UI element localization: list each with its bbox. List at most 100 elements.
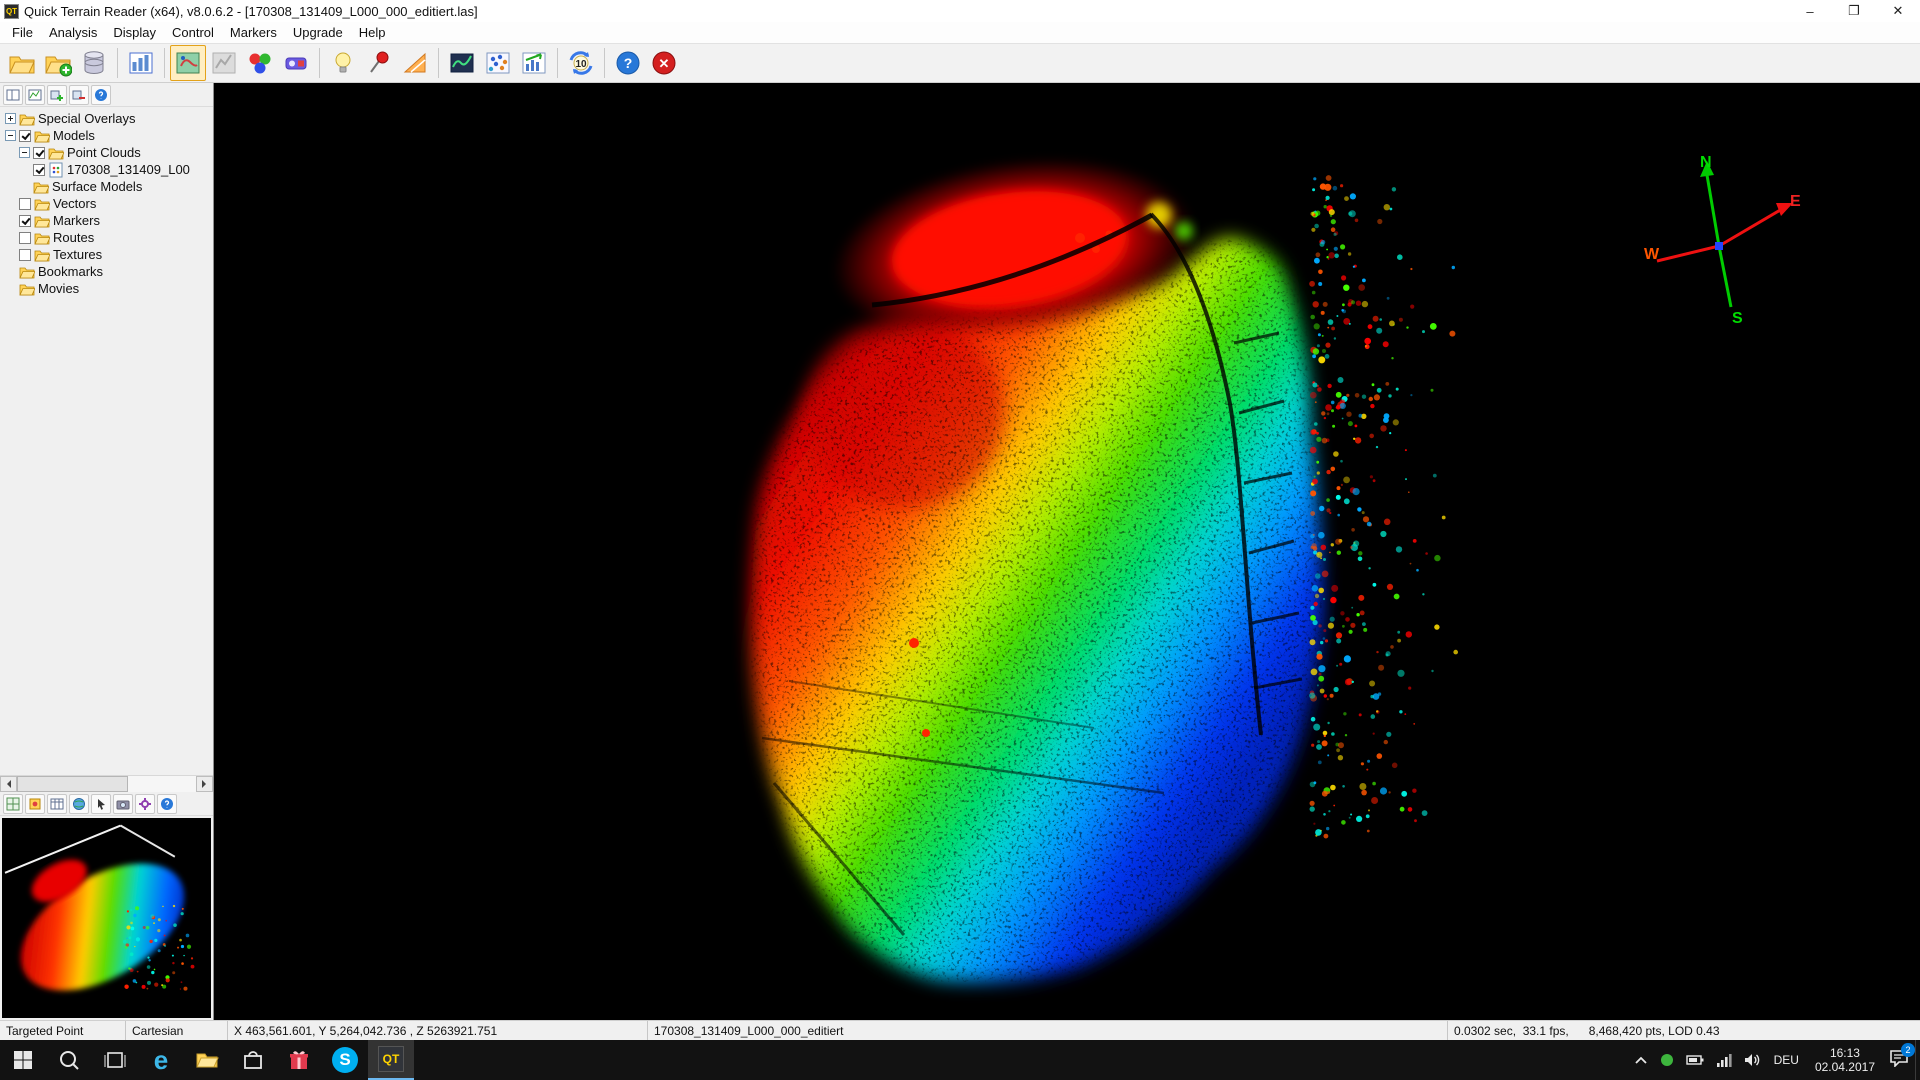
tree-item-markers[interactable]: Markers <box>0 212 213 229</box>
minimap-toolbar <box>0 792 213 816</box>
battery-button[interactable] <box>1680 1040 1710 1080</box>
tree-checkbox[interactable] <box>33 147 45 159</box>
menu-upgrade[interactable]: Upgrade <box>285 23 351 42</box>
edge-button[interactable]: e <box>138 1040 184 1080</box>
pointer-button[interactable] <box>91 794 111 814</box>
marker-pin-button[interactable] <box>361 45 397 81</box>
refresh-lod-button[interactable]: 10 <box>563 45 599 81</box>
status-coordinate-system: Cartesian <box>126 1021 228 1040</box>
skype-button[interactable]: S <box>322 1040 368 1080</box>
camera-icon <box>116 797 130 811</box>
profile-view-icon <box>28 88 42 102</box>
toolbar-separator <box>117 48 118 78</box>
menu-analysis[interactable]: Analysis <box>41 23 105 42</box>
tree-item-routes[interactable]: Routes <box>0 229 213 246</box>
menu-help[interactable]: Help <box>351 23 394 42</box>
tray-status-button[interactable] <box>1654 1040 1680 1080</box>
scroll-left-button[interactable] <box>0 776 17 792</box>
expand-icon[interactable] <box>5 113 16 124</box>
exit-button[interactable]: ✕ <box>646 45 682 81</box>
camera-button[interactable] <box>113 794 133 814</box>
tree-item-movies[interactable]: Movies <box>0 280 213 297</box>
scroll-right-button[interactable] <box>196 776 213 792</box>
globe-button[interactable] <box>69 794 89 814</box>
language-indicator[interactable]: DEU <box>1766 1040 1807 1080</box>
menu-control[interactable]: Control <box>164 23 222 42</box>
tree-item-models[interactable]: Models <box>0 127 213 144</box>
collapse-icon[interactable] <box>5 130 16 141</box>
add-model-button[interactable] <box>47 85 67 105</box>
compass-rose: N E S W <box>1644 151 1804 329</box>
terrain-viewport[interactable]: N E S W <box>214 83 1920 1020</box>
split-view-button[interactable] <box>3 85 23 105</box>
tree-checkbox[interactable] <box>19 232 31 244</box>
tree-checkbox[interactable] <box>19 130 31 142</box>
clock-time: 16:13 <box>1815 1046 1875 1060</box>
menu-markers[interactable]: Markers <box>222 23 285 42</box>
minimap-help-button[interactable] <box>157 794 177 814</box>
paint-button[interactable] <box>25 794 45 814</box>
settings-button[interactable] <box>135 794 155 814</box>
svg-text:✕: ✕ <box>659 56 670 71</box>
action-center-button[interactable]: 2 <box>1883 1040 1915 1080</box>
scrollbar-thumb[interactable] <box>17 776 128 792</box>
restore-button[interactable]: ❐ <box>1832 0 1876 22</box>
lighting-button[interactable] <box>325 45 361 81</box>
network-button[interactable] <box>1710 1040 1738 1080</box>
taskbar-clock[interactable]: 16:13 02.04.2017 <box>1807 1046 1883 1074</box>
collapse-icon[interactable] <box>19 147 30 158</box>
tree-checkbox[interactable] <box>33 164 45 176</box>
render-image-button[interactable] <box>444 45 480 81</box>
quick-terrain-taskbar-button[interactable]: QT <box>368 1040 414 1080</box>
rgb-classify-button[interactable] <box>242 45 278 81</box>
profile-view-button[interactable] <box>25 85 45 105</box>
tray-expand-button[interactable] <box>1628 1040 1654 1080</box>
point-tool-button[interactable] <box>278 45 314 81</box>
area-select-button[interactable] <box>170 45 206 81</box>
menu-file[interactable]: File <box>4 23 41 42</box>
tree-item-surface-models[interactable]: Surface Models <box>0 178 213 195</box>
help-button[interactable]: ? <box>610 45 646 81</box>
gift-icon <box>288 1049 310 1071</box>
overview-minimap[interactable] <box>2 818 211 1018</box>
task-view-button[interactable] <box>92 1040 138 1080</box>
table-button[interactable] <box>47 794 67 814</box>
menu-display[interactable]: Display <box>105 23 164 42</box>
gift-app-button[interactable] <box>276 1040 322 1080</box>
volume-button[interactable] <box>1738 1040 1766 1080</box>
tree-checkbox[interactable] <box>19 249 31 261</box>
grid-button[interactable] <box>3 794 23 814</box>
tree-item-bookmarks[interactable]: Bookmarks <box>0 263 213 280</box>
scrollbar-track[interactable] <box>17 776 196 792</box>
tree-checkbox[interactable] <box>19 215 31 227</box>
tree-checkbox[interactable] <box>19 198 31 210</box>
statistics-button[interactable] <box>516 45 552 81</box>
import-database-button[interactable] <box>76 45 112 81</box>
column-panel-button[interactable] <box>123 45 159 81</box>
status-mode: Targeted Point <box>0 1021 126 1040</box>
close-button[interactable]: ✕ <box>1876 0 1920 22</box>
start-button[interactable] <box>0 1040 46 1080</box>
panel-help-button[interactable] <box>91 85 111 105</box>
status-performance: 0.0302 sec, 33.1 fps, 8,468,420 pts, LOD… <box>1448 1021 1920 1040</box>
tree-horizontal-scrollbar[interactable] <box>0 775 213 792</box>
status-dataset: 170308_131409_L000_000_editiert <box>648 1021 1448 1040</box>
measure-angle-icon <box>401 49 429 77</box>
file-explorer-button[interactable] <box>184 1040 230 1080</box>
tree-item-point-clouds[interactable]: Point Clouds <box>0 144 213 161</box>
minimize-button[interactable]: – <box>1788 0 1832 22</box>
app-window: QT Quick Terrain Reader (x64), v8.0.6.2 … <box>0 0 1920 1080</box>
remove-model-button[interactable] <box>69 85 89 105</box>
tree-item-vectors[interactable]: Vectors <box>0 195 213 212</box>
status-bar: Targeted Point Cartesian X 463,561.601, … <box>0 1020 1920 1040</box>
open-add-file-button[interactable] <box>40 45 76 81</box>
search-button[interactable] <box>46 1040 92 1080</box>
measure-angle-button[interactable] <box>397 45 433 81</box>
store-button[interactable] <box>230 1040 276 1080</box>
tree-item-las-file[interactable]: 170308_131409_L00 <box>0 161 213 178</box>
show-desktop-button[interactable] <box>1915 1040 1920 1080</box>
tree-item-special-overlays[interactable]: Special Overlays <box>0 110 213 127</box>
tree-item-textures[interactable]: Textures <box>0 246 213 263</box>
point-style-button[interactable] <box>480 45 516 81</box>
open-file-button[interactable] <box>4 45 40 81</box>
